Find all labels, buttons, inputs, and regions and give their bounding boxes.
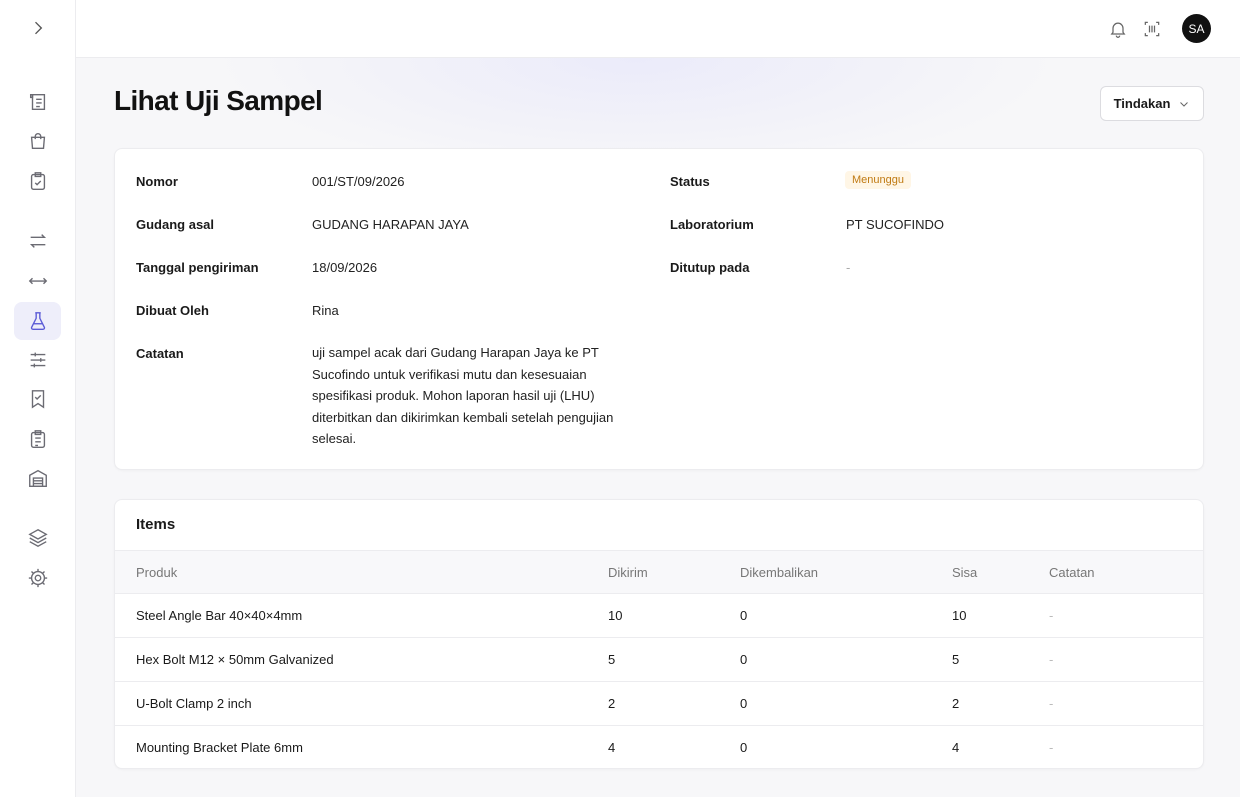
table-row: Hex Bolt M12 × 50mm Galvanized 5 0 5 - <box>115 638 1203 682</box>
cell-catatan: - <box>1049 652 1054 667</box>
cell-produk: Steel Angle Bar 40×40×4mm <box>136 608 303 623</box>
cell-dikembalikan: 0 <box>740 696 748 711</box>
page-title: Lihat Uji Sampel <box>114 85 323 116</box>
dibuat-value: Rina <box>312 303 339 318</box>
cell-dikirim: 5 <box>608 652 616 667</box>
ditutup-label: Ditutup pada <box>670 260 750 275</box>
actions-button-label: Tindakan <box>1113 96 1171 111</box>
cell-dikirim: 2 <box>608 696 616 711</box>
catatan-line: spesifikasi produk. Mohon laporan hasil … <box>312 388 595 403</box>
warehouse-icon[interactable] <box>14 459 61 497</box>
status-label: Status <box>670 174 710 189</box>
column-header-sisa[interactable]: Sisa <box>952 565 977 580</box>
column-header-catatan[interactable]: Catatan <box>1049 565 1095 580</box>
cell-sisa: 2 <box>952 696 960 711</box>
gear-icon[interactable] <box>14 559 61 597</box>
main-content: Lihat Uji Sampel Tindakan Nomor 001/ST/0… <box>76 58 1240 797</box>
cell-dikembalikan: 0 <box>740 740 748 755</box>
layers-icon[interactable] <box>14 519 61 557</box>
cell-dikirim: 10 <box>608 608 623 623</box>
gudang-value: GUDANG HARAPAN JAYA <box>312 217 469 232</box>
table-row: Mounting Bracket Plate 6mm 4 0 4 - <box>115 726 1203 768</box>
cell-catatan: - <box>1049 608 1054 623</box>
scan-barcode-icon[interactable] <box>1141 18 1163 40</box>
clipboard-list-icon[interactable] <box>14 420 61 458</box>
bookmark-check-icon[interactable] <box>14 380 61 418</box>
ditutup-value: - <box>846 260 851 275</box>
transfer-icon[interactable] <box>14 222 61 260</box>
sliders-icon[interactable] <box>14 341 61 379</box>
table-row: U-Bolt Clamp 2 inch 2 0 2 - <box>115 682 1203 726</box>
shopping-bag-icon[interactable] <box>14 122 61 160</box>
cell-catatan: - <box>1049 740 1054 755</box>
chevron-down-icon <box>1180 101 1189 107</box>
catatan-value: uji sampel acak dari Gudang Harapan Jaya… <box>312 342 637 450</box>
catatan-line: selesai. <box>312 431 357 446</box>
detail-card: Nomor 001/ST/09/2026 Gudang asal GUDANG … <box>114 148 1204 470</box>
items-card: Items Produk Dikirim Dikembalikan Sisa C… <box>114 499 1204 769</box>
cell-dikirim: 4 <box>608 740 616 755</box>
move-icon[interactable] <box>14 262 61 300</box>
cell-produk: U-Bolt Clamp 2 inch <box>136 696 252 711</box>
catatan-line: Sucofindo untuk verifikasi mutu dan kese… <box>312 366 587 382</box>
column-header-dikirim[interactable]: Dikirim <box>608 565 648 580</box>
flask-icon[interactable] <box>14 302 61 340</box>
lab-value: PT SUCOFINDO <box>846 217 944 232</box>
status-badge: Menunggu <box>845 171 911 189</box>
catatan-line: diterbitkan dan dikirimkan kembali setel… <box>312 409 614 425</box>
items-title: Items <box>136 516 176 533</box>
actions-dropdown-button[interactable]: Tindakan <box>1100 86 1204 121</box>
cell-sisa: 5 <box>952 652 960 667</box>
sidebar <box>0 0 76 797</box>
cell-dikembalikan: 0 <box>740 652 748 667</box>
lab-label: Laboratorium <box>670 217 754 232</box>
cell-sisa: 10 <box>952 608 967 623</box>
dibuat-label: Dibuat Oleh <box>136 303 209 318</box>
cell-catatan: - <box>1049 696 1054 711</box>
ledger-icon[interactable] <box>14 83 61 121</box>
cell-sisa: 4 <box>952 740 960 755</box>
tanggal-label: Tanggal pengiriman <box>136 260 259 275</box>
tanggal-value: 18/09/2026 <box>312 260 378 275</box>
column-header-dikembalikan[interactable]: Dikembalikan <box>740 565 818 580</box>
cell-dikembalikan: 0 <box>740 608 748 623</box>
cell-produk: Mounting Bracket Plate 6mm <box>136 740 303 755</box>
topbar: SA <box>76 0 1240 58</box>
avatar[interactable]: SA <box>1182 14 1211 43</box>
gudang-label: Gudang asal <box>136 217 215 232</box>
column-header-produk[interactable]: Produk <box>136 565 177 580</box>
catatan-label: Catatan <box>136 346 184 361</box>
cell-produk: Hex Bolt M12 × 50mm Galvanized <box>136 652 334 667</box>
table-row: Steel Angle Bar 40×40×4mm 10 0 10 - <box>115 594 1203 638</box>
table-header: Produk Dikirim Dikembalikan Sisa Catatan <box>115 550 1203 594</box>
catatan-line: uji sampel acak dari Gudang Harapan Jaya… <box>312 345 599 360</box>
expand-sidebar-chevron-icon[interactable] <box>26 16 50 40</box>
nomor-value: 001/ST/09/2026 <box>312 174 405 189</box>
bell-icon[interactable] <box>1107 18 1129 40</box>
clipboard-check-icon[interactable] <box>14 162 61 200</box>
nomor-label: Nomor <box>136 174 178 189</box>
